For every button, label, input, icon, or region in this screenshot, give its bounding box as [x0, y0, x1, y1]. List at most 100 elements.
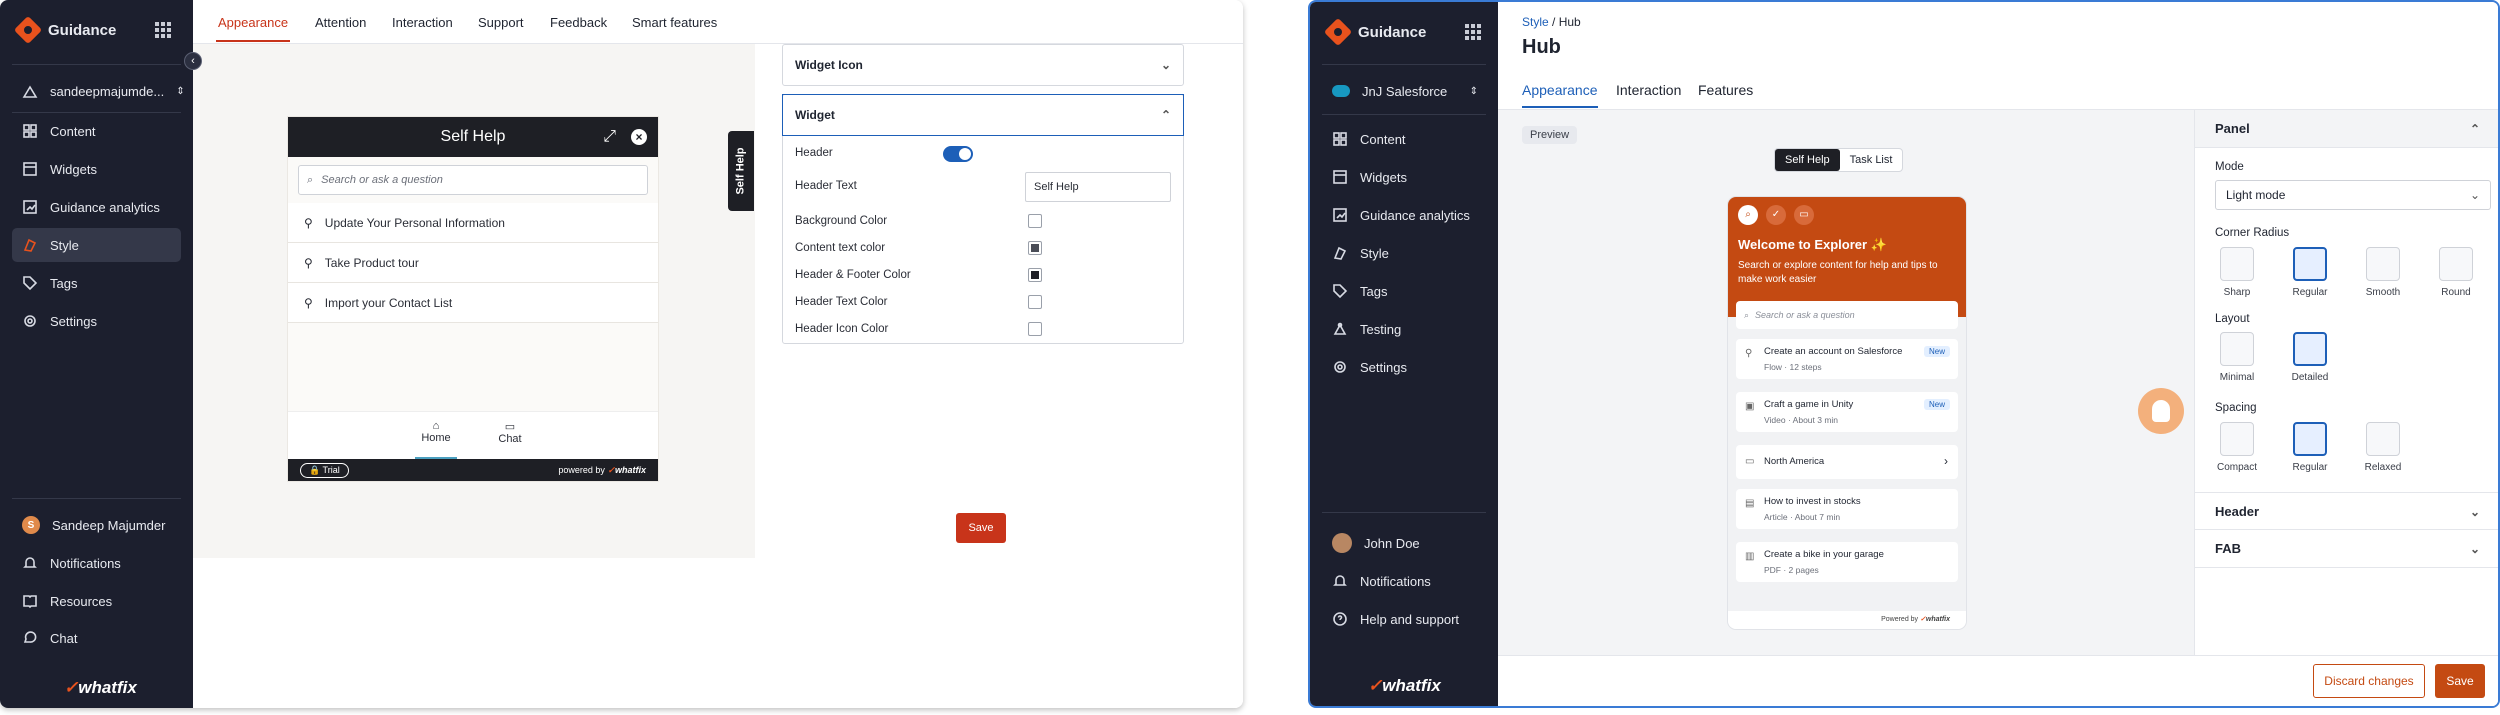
fab-lightbulb-icon[interactable] [2138, 388, 2184, 434]
panel-section-header[interactable]: Panel ⌃ [2195, 110, 2498, 148]
expand-icon[interactable]: ⤢ [603, 117, 616, 157]
header-text-color-swatch[interactable] [1028, 295, 1042, 309]
tab-attention[interactable]: Attention [315, 15, 366, 30]
sidebar-item-resources[interactable]: Resources [12, 584, 181, 618]
sidebar-item-testing[interactable]: Testing [1322, 312, 1486, 346]
save-button[interactable]: Save [2435, 664, 2485, 698]
footer-tab-chat[interactable]: ▭ Chat [489, 412, 531, 459]
footer-tab-home[interactable]: ⌂ Home [415, 412, 457, 459]
discard-changes-button[interactable]: Discard changes [2313, 664, 2425, 698]
app-grid-icon[interactable] [155, 22, 171, 38]
tab-features[interactable]: Features [1698, 82, 1753, 98]
tab-interaction[interactable]: Interaction [392, 15, 453, 30]
article-icon: ▤ [1745, 498, 1755, 509]
header-toggle[interactable] [943, 146, 973, 162]
sidebar-item-widgets[interactable]: Widgets [12, 152, 181, 186]
list-item[interactable]: ⚲ Import your Contact List [288, 283, 658, 323]
layout-option-detailed[interactable]: Detailed [2284, 332, 2336, 383]
footer-tab-label: Home [421, 432, 451, 444]
hub-card[interactable]: ▣ Craft a game in Unity Video · About 3 … [1736, 392, 1958, 432]
corner-option-smooth[interactable]: Smooth [2357, 247, 2409, 298]
self-help-side-tab[interactable]: Self Help [728, 131, 754, 211]
account-selector[interactable]: sandeepmajumde... ⇕ [12, 74, 185, 108]
sidebar-item-widgets[interactable]: Widgets [1322, 160, 1486, 194]
option-label: Regular [2292, 462, 2328, 473]
accordion-widget-icon[interactable]: Widget Icon ⌄ [782, 44, 1184, 86]
list-item[interactable]: ⚲ Take Product tour [288, 243, 658, 283]
segment-task-list[interactable]: Task List [1840, 149, 1903, 171]
sidebar-item-style[interactable]: Style [12, 228, 181, 262]
flow-icon: ⚲ [1745, 348, 1753, 359]
tab-appearance[interactable]: Appearance [1522, 82, 1598, 108]
app-grid-icon[interactable] [1465, 24, 1481, 40]
sidebar-item-settings[interactable]: Settings [12, 304, 181, 338]
tab-feedback[interactable]: Feedback [550, 15, 607, 30]
sidebar-item-tags[interactable]: Tags [1322, 274, 1486, 308]
brand[interactable]: Guidance [1323, 17, 1426, 47]
segment-self-help[interactable]: Self Help [1775, 149, 1840, 171]
fab-section[interactable]: FAB ⌄ [2195, 530, 2498, 568]
brand[interactable]: Guidance [13, 15, 116, 45]
header-text-input[interactable]: Self Help [1025, 172, 1171, 202]
collapse-sidebar-button[interactable]: ‹ [184, 52, 202, 70]
sidebar-item-content[interactable]: Content [12, 114, 181, 148]
sidebar-item-content[interactable]: Content [1322, 122, 1486, 156]
sidebar-item-help[interactable]: Help and support [1322, 602, 1486, 636]
list-item[interactable]: ⚲ Update Your Personal Information [288, 203, 658, 243]
tab-interaction[interactable]: Interaction [1616, 82, 1681, 98]
tab-appearance[interactable]: Appearance [215, 15, 291, 42]
whatfix-logo-icon [1323, 17, 1353, 47]
content-text-color-swatch[interactable] [1028, 241, 1042, 255]
spacing-option-relaxed[interactable]: Relaxed [2357, 422, 2409, 473]
user-name: Sandeep Majumder [52, 517, 166, 533]
spacing-option-compact[interactable]: Compact [2211, 422, 2263, 473]
hub-search-input[interactable]: ⌕ Search or ask a question [1736, 301, 1958, 329]
sidebar-item-guidance-analytics[interactable]: Guidance analytics [12, 190, 181, 224]
option-label: Relaxed [2364, 462, 2402, 473]
divider [1322, 114, 1486, 115]
mode-select[interactable]: Light mode ⌄ [2215, 180, 2491, 210]
section-title: Header [2215, 504, 2260, 519]
corner-option-round[interactable]: Round [2430, 247, 2482, 298]
sidebar-item-label: Chat [50, 630, 78, 646]
header-section[interactable]: Header ⌄ [2195, 492, 2498, 530]
tab-smart-features[interactable]: Smart features [632, 15, 717, 30]
user-profile[interactable]: S Sandeep Majumder [12, 508, 181, 542]
task-check-icon[interactable]: ✓ [1766, 205, 1786, 225]
accordion-widget-header[interactable]: Widget ⌃ [782, 94, 1184, 136]
header-icon-color-swatch[interactable] [1028, 322, 1042, 336]
chat-icon: ▭ [504, 421, 516, 433]
layout-option-minimal[interactable]: Minimal [2211, 332, 2263, 383]
background-color-swatch[interactable] [1028, 214, 1042, 228]
tab-support[interactable]: Support [478, 15, 524, 30]
sidebar-item-tags[interactable]: Tags [12, 266, 181, 300]
spacing-option-regular[interactable]: Regular [2284, 422, 2336, 473]
message-icon[interactable]: ▭ [1794, 205, 1814, 225]
sidebar-item-style[interactable]: Style [1322, 236, 1486, 270]
hub-card[interactable]: ▥ Create a bike in your garage PDF · 2 p… [1736, 542, 1958, 582]
style-icon [22, 237, 38, 253]
close-icon[interactable]: × [631, 129, 647, 145]
hub-welcome-subtitle: Search or explore content for help and t… [1738, 260, 1938, 285]
corner-option-regular[interactable]: Regular [2284, 247, 2336, 298]
sidebar-item-chat[interactable]: Chat [12, 621, 181, 655]
hub-card[interactable]: ▤ How to invest in stocks Article · Abou… [1736, 489, 1958, 529]
user-profile[interactable]: John Doe [1322, 526, 1486, 560]
account-selector[interactable]: JnJ Salesforce ⇕ [1322, 74, 1486, 108]
list-item-label: Update Your Personal Information [324, 215, 505, 230]
breadcrumb-style-link[interactable]: Style [1522, 15, 1549, 29]
sidebar-item-notifications[interactable]: Notifications [12, 546, 181, 580]
hub-folder-card[interactable]: ▭ North America › [1736, 445, 1958, 479]
card-title: Create a bike in your garage [1764, 549, 1884, 560]
save-button[interactable]: Save [956, 513, 1006, 543]
sidebar-item-settings[interactable]: Settings [1322, 350, 1486, 384]
sidebar-item-label: Settings [50, 313, 97, 329]
header-footer-color-swatch[interactable] [1028, 268, 1042, 282]
hub-card[interactable]: ⚲ Create an account on Salesforce Flow ·… [1736, 339, 1958, 379]
widget-search-input[interactable]: ⌕ Search or ask a question [298, 165, 648, 195]
search-icon[interactable]: ⌕ [1738, 205, 1758, 225]
sidebar-item-guidance-analytics[interactable]: Guidance analytics [1322, 198, 1486, 232]
sidebar-item-notifications[interactable]: Notifications [1322, 564, 1486, 598]
corner-option-sharp[interactable]: Sharp [2211, 247, 2263, 298]
sidebar-item-label: Content [1360, 131, 1406, 147]
